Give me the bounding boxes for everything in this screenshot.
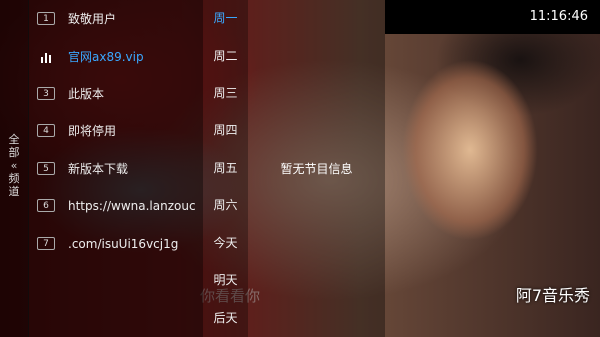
top-status-bar: 11:16:46	[385, 0, 600, 34]
day-item[interactable]: 周二	[203, 38, 248, 75]
channel-number: 6	[37, 199, 55, 212]
channel-item[interactable]: 1 致敬用户	[28, 0, 203, 37]
channel-item[interactable]: 4 即将停用	[28, 112, 203, 149]
day-item-active[interactable]: 周一	[203, 0, 248, 37]
channel-watermark: 阿7音乐秀	[515, 286, 590, 305]
channel-name: 新版本下载	[68, 162, 129, 176]
all-channels-char: 道	[8, 185, 20, 198]
channel-number: 3	[37, 87, 55, 100]
channel-item[interactable]: 7 .com/isuUi16vcj1g	[28, 225, 203, 262]
channel-number: 7	[37, 237, 55, 250]
channel-name: 此版本	[68, 87, 105, 101]
all-channels-label: 全 部 « 频 道	[7, 133, 21, 198]
day-item[interactable]: 后天	[203, 300, 248, 337]
program-guide: 暂无节目信息	[248, 0, 385, 337]
channel-number: 1	[37, 12, 55, 25]
channel-item[interactable]: 3 此版本	[28, 75, 203, 112]
channel-name: 致敬用户	[68, 12, 117, 26]
all-channels-char: 频	[8, 172, 20, 185]
day-item[interactable]: 周六	[203, 187, 248, 224]
all-channels-char: 全	[8, 133, 20, 146]
channel-list: 1 致敬用户 官网ax89.vip 3 此版本 4 即将停用 5 新版本下载 6…	[28, 0, 203, 337]
channel-item[interactable]: 5 新版本下载	[28, 150, 203, 187]
channel-name: https://wwna.lanzouc	[68, 198, 196, 213]
channel-item[interactable]: 6 https://wwna.lanzouc	[28, 187, 203, 224]
all-channels-char: 部	[8, 146, 20, 159]
day-item[interactable]: 周四	[203, 112, 248, 149]
no-program-message: 暂无节目信息	[280, 162, 353, 176]
channel-number: 5	[37, 162, 55, 175]
all-channels-tab[interactable]: 全 部 « 频 道	[0, 0, 29, 337]
channel-name: .com/isuUi16vcj1g	[68, 236, 179, 251]
chevron-left-icon: «	[10, 159, 18, 172]
day-list: 周一 周二 周三 周四 周五 周六 今天 明天 后天	[203, 0, 248, 337]
equalizer-icon	[37, 50, 55, 63]
channel-name: 官网ax89.vip	[68, 50, 144, 64]
day-item[interactable]: 明天	[203, 262, 248, 299]
clock: 11:16:46	[529, 9, 588, 24]
day-item[interactable]: 今天	[203, 225, 248, 262]
day-item[interactable]: 周五	[203, 150, 248, 187]
day-item[interactable]: 周三	[203, 75, 248, 112]
channel-item-active[interactable]: 官网ax89.vip	[28, 38, 203, 75]
channel-name: 即将停用	[68, 124, 117, 138]
channel-number: 4	[37, 124, 55, 137]
